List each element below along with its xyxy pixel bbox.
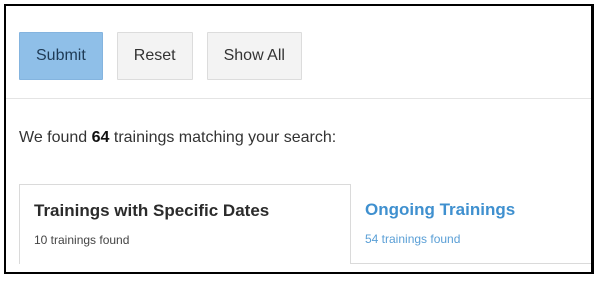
result-summary: We found 64 trainings matching your sear… xyxy=(19,129,336,147)
tab-ongoing-trainings[interactable]: Ongoing Trainings 54 trainings found xyxy=(351,184,581,264)
search-results-panel: Submit Reset Show All We found 64 traini… xyxy=(4,4,594,274)
reset-button[interactable]: Reset xyxy=(116,32,193,80)
tab-bar: Trainings with Specific Dates 10 trainin… xyxy=(19,184,591,264)
submit-button[interactable]: Submit xyxy=(19,32,103,80)
result-summary-suffix: trainings matching your search: xyxy=(109,129,337,146)
tab-count: 10 trainings found xyxy=(34,233,130,247)
tab-count: 54 trainings found xyxy=(365,232,461,246)
show-all-button[interactable]: Show All xyxy=(206,32,302,80)
result-summary-prefix: We found xyxy=(19,129,92,146)
tab-title: Trainings with Specific Dates xyxy=(34,201,270,220)
tab-title: Ongoing Trainings xyxy=(365,200,516,219)
tab-specific-dates[interactable]: Trainings with Specific Dates 10 trainin… xyxy=(19,184,351,264)
divider xyxy=(6,98,591,99)
result-count: 64 xyxy=(91,129,110,146)
button-bar: Submit Reset Show All xyxy=(19,32,302,80)
